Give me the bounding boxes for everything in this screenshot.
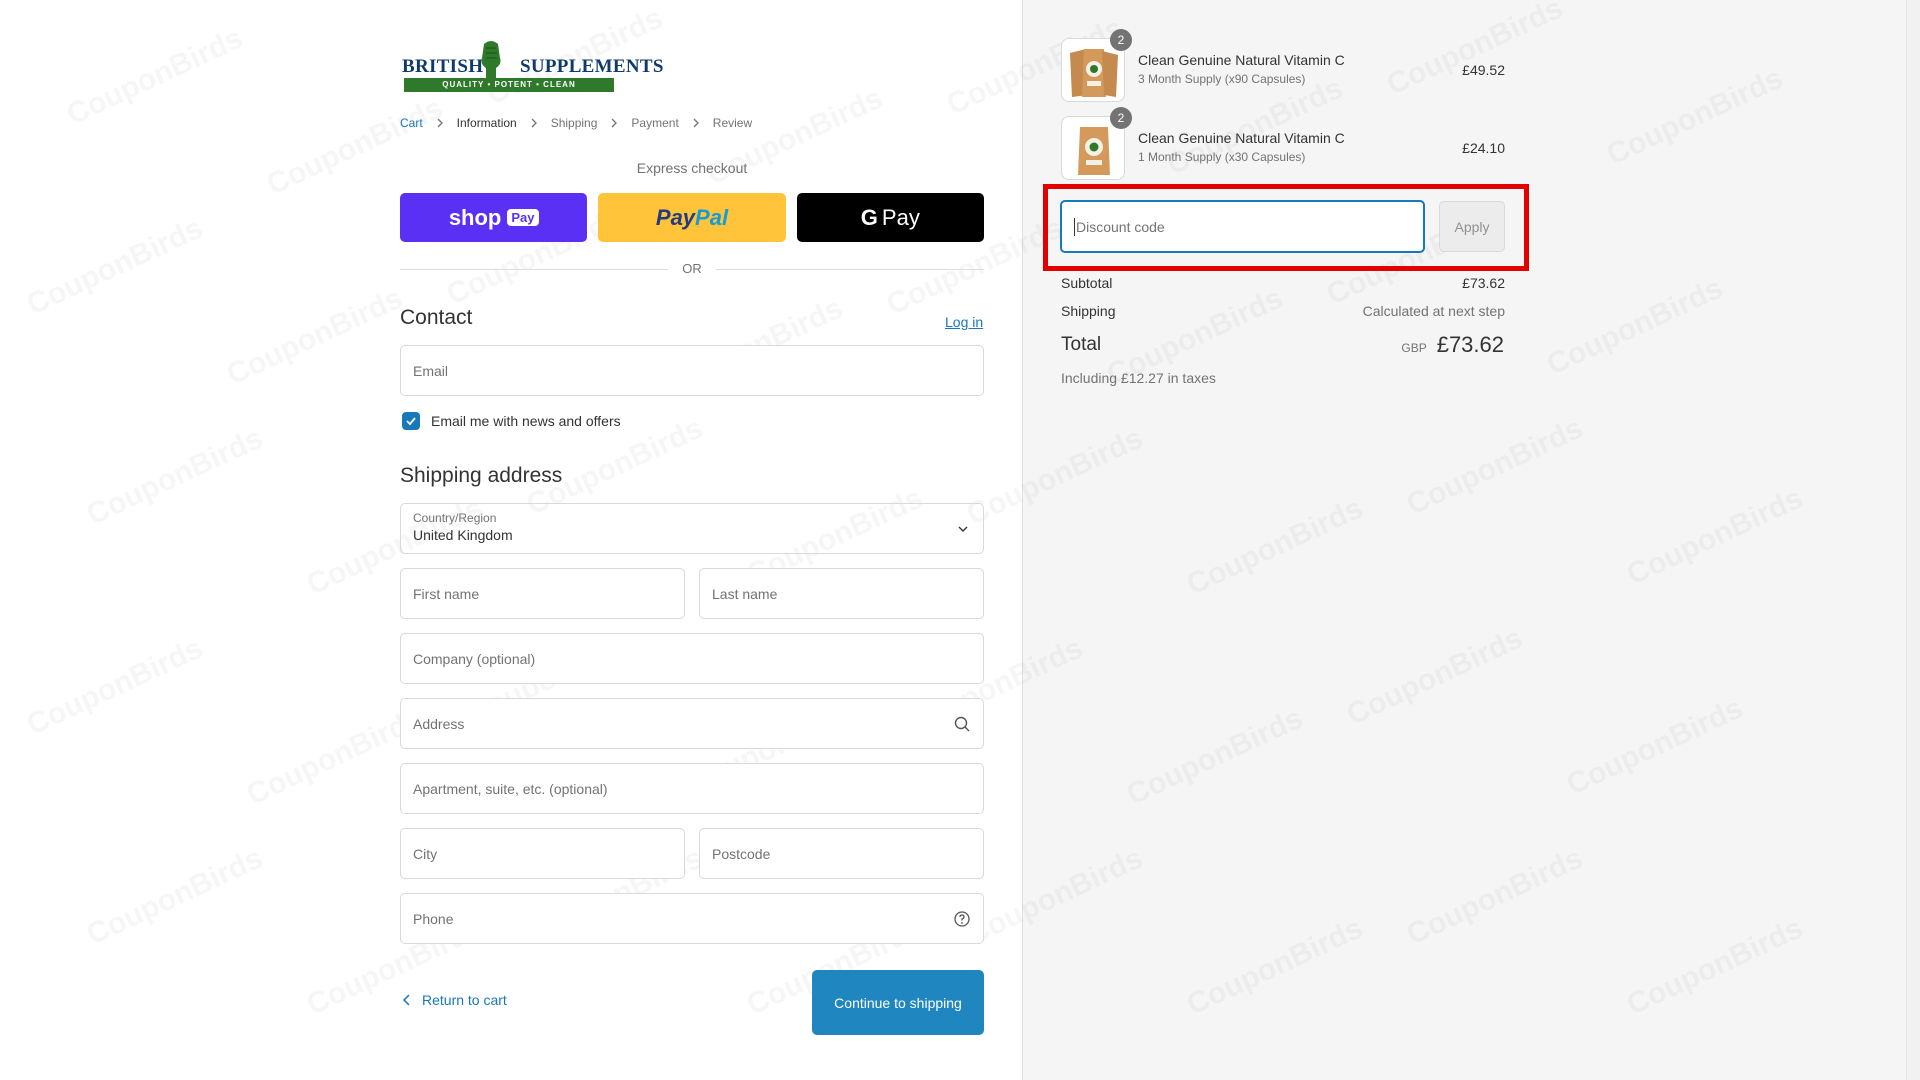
apartment-placeholder: Apartment, suite, etc. (optional): [413, 780, 608, 797]
newsletter-option[interactable]: Email me with news and offers: [402, 412, 621, 430]
company-field[interactable]: Company (optional): [400, 633, 984, 684]
quantity-badge: 2: [1110, 29, 1132, 51]
first-name-field[interactable]: First name: [400, 568, 685, 619]
currency-code: GBP: [1401, 341, 1427, 355]
breadcrumb-payment: Payment: [631, 116, 679, 130]
contact-heading: Contact: [400, 306, 473, 329]
logo-word-supplements: SUPPLEMENTS: [520, 56, 664, 77]
chevron-left-icon: [402, 994, 410, 1006]
scrollbar[interactable]: [1906, 0, 1920, 1080]
item-price: £24.10: [1462, 140, 1505, 156]
newsletter-label: Email me with news and offers: [431, 413, 621, 429]
item-price: £49.52: [1462, 62, 1505, 78]
discount-code-placeholder: Discount code: [1076, 218, 1165, 235]
shop-pay-button[interactable]: shop Pay: [400, 193, 588, 242]
city-placeholder: City: [413, 845, 438, 862]
shop-pay-pill: Pay: [507, 209, 539, 226]
first-name-placeholder: First name: [413, 585, 480, 602]
breadcrumb-shipping: Shipping: [550, 116, 598, 130]
discount-code-input[interactable]: Discount code: [1060, 200, 1425, 253]
paypal-word-pal: Pal: [695, 204, 729, 230]
chevron-right-icon: [437, 118, 443, 128]
checkmark-icon: [406, 417, 416, 426]
phone-field[interactable]: Phone: [400, 893, 984, 944]
text-caret: [1074, 217, 1075, 236]
apartment-field[interactable]: Apartment, suite, etc. (optional): [400, 763, 984, 814]
total-value-group: GBP £73.62: [1401, 332, 1504, 358]
country-value: United Kingdom: [413, 527, 513, 543]
express-checkout-buttons: shop Pay Pay Pal G Pay: [400, 193, 984, 242]
item-variant: 1 Month Supply (x30 Capsules): [1138, 150, 1306, 164]
logo-tagline: QUALITY • POTENT • CLEAN: [404, 78, 614, 92]
or-text: OR: [670, 261, 714, 276]
company-placeholder: Company (optional): [413, 650, 536, 667]
item-name: Clean Genuine Natural Vitamin C: [1138, 130, 1345, 146]
total-value: £73.62: [1436, 332, 1504, 357]
address-placeholder: Address: [413, 715, 465, 732]
breadcrumb-cart[interactable]: Cart: [400, 116, 423, 130]
cart-item: 2 Clean Genuine Natural Vitamin C 1 Mont…: [1061, 107, 1505, 180]
last-name-field[interactable]: Last name: [699, 568, 984, 619]
breadcrumb-information: Information: [456, 116, 517, 130]
shipping-label: Shipping: [1061, 303, 1116, 319]
chevron-down-icon: [958, 526, 968, 532]
country-select[interactable]: Country/Region United Kingdom: [400, 503, 984, 554]
phone-placeholder: Phone: [413, 910, 454, 927]
postcode-field[interactable]: Postcode: [699, 828, 984, 879]
shop-pay-word: shop: [448, 204, 502, 230]
google-g-icon: G: [860, 204, 878, 230]
subtotal-value: £73.62: [1462, 275, 1505, 291]
last-name-placeholder: Last name: [712, 585, 778, 602]
return-to-cart-label: Return to cart: [422, 992, 507, 1008]
newsletter-checkbox[interactable]: [402, 412, 420, 430]
quantity-badge: 2: [1110, 107, 1132, 129]
return-to-cart-link[interactable]: Return to cart: [402, 992, 507, 1008]
paypal-word-pay: Pay: [655, 204, 696, 230]
google-pay-word: Pay: [881, 204, 920, 230]
item-name: Clean Genuine Natural Vitamin C: [1138, 52, 1345, 68]
or-divider: OR: [400, 260, 984, 278]
shipping-address-heading: Shipping address: [400, 464, 563, 487]
help-icon[interactable]: [953, 910, 971, 928]
postcode-placeholder: Postcode: [712, 845, 771, 862]
taxes-note: Including £12.27 in taxes: [1061, 370, 1216, 386]
store-logo[interactable]: BRITISH SUPPLEMENTS QUALITY • POTENT • C…: [402, 38, 663, 94]
chevron-right-icon: [693, 118, 699, 128]
shipping-value: Calculated at next step: [1362, 303, 1505, 319]
apply-discount-button[interactable]: Apply: [1439, 201, 1505, 252]
google-pay-button[interactable]: G Pay: [796, 193, 984, 242]
continue-to-shipping-button[interactable]: Continue to shipping: [812, 970, 984, 1035]
product-thumbnail: 2: [1061, 29, 1132, 102]
paypal-button[interactable]: Pay Pal: [598, 193, 786, 242]
email-field[interactable]: Email: [400, 345, 984, 396]
city-field[interactable]: City: [400, 828, 685, 879]
breadcrumb-review: Review: [712, 116, 753, 130]
login-link[interactable]: Log in: [945, 314, 983, 330]
subtotal-row: Subtotal £73.62: [1061, 275, 1505, 291]
logo-word-british: BRITISH: [402, 56, 484, 77]
product-thumbnail: 2: [1061, 107, 1132, 180]
total-label: Total: [1061, 334, 1102, 355]
breadcrumb: Cart Information Shipping Payment Review: [400, 116, 752, 130]
express-checkout-title: Express checkout: [636, 160, 748, 176]
chevron-right-icon: [531, 118, 537, 128]
item-variant: 3 Month Supply (x90 Capsules): [1138, 72, 1306, 86]
search-icon[interactable]: [953, 715, 971, 733]
email-placeholder: Email: [413, 362, 449, 379]
cart-item: 2 Clean Genuine Natural Vitamin C 3 Mont…: [1061, 29, 1505, 102]
chevron-right-icon: [611, 118, 618, 128]
subtotal-label: Subtotal: [1061, 275, 1113, 291]
shipping-row: Shipping Calculated at next step: [1061, 303, 1505, 319]
address-field[interactable]: Address: [400, 698, 984, 749]
country-label: Country/Region: [413, 511, 497, 525]
